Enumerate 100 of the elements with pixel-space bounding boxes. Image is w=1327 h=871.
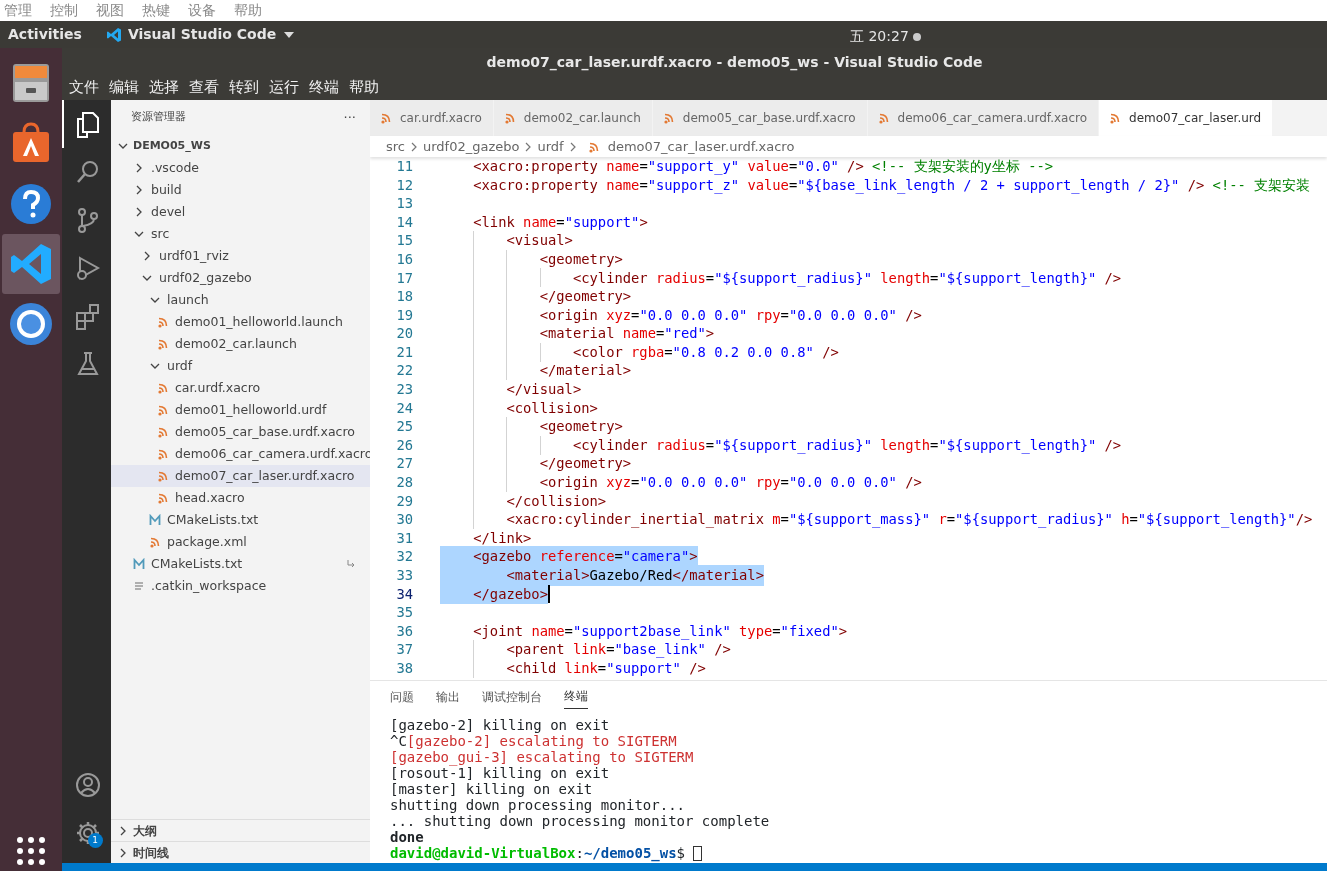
menu-item[interactable]: 终端 [306, 77, 342, 99]
line-number: 35 [395, 603, 414, 623]
menu-item[interactable]: 热键 [142, 0, 170, 21]
breadcrumb-item[interactable]: urdf02_gazebo [423, 136, 520, 157]
menu-item[interactable]: 视图 [96, 0, 124, 21]
file-item[interactable]: CMakeLists.txt [111, 553, 370, 575]
file-item[interactable]: demo06_car_camera.urdf.xacro [111, 443, 370, 465]
file-item[interactable]: demo01_helloworld.urdf [111, 399, 370, 421]
line-number: 22 [395, 361, 414, 381]
line-number: 27 [395, 454, 414, 474]
line-number: 25 [395, 417, 414, 437]
menu-item[interactable]: 编辑 [106, 77, 142, 99]
notification-badge: 1 [87, 833, 103, 848]
rss-icon [877, 112, 890, 124]
line-number: 29 [395, 491, 414, 511]
line-number: 33 [395, 566, 414, 585]
terminal-line: done [390, 829, 424, 845]
breadcrumb-item[interactable]: urdf [537, 136, 564, 157]
folder-item[interactable]: build [111, 179, 370, 201]
panel-tab[interactable]: 终端 [564, 683, 588, 709]
menu-item[interactable]: 文件 [66, 77, 102, 99]
code-line: <visual> [505, 231, 573, 251]
file-item[interactable]: head.xacro [111, 487, 370, 509]
folder-item[interactable]: src [111, 223, 370, 245]
code-line: </link> [472, 528, 532, 548]
code-line: <xacro:property name="support_y" value="0.0" /> <!-- 支架安装的y坐标 --> [472, 157, 1054, 177]
breadcrumb-item[interactable]: src [386, 136, 405, 157]
breadcrumb-item[interactable]: demo07_car_laser.urdf.xacro [607, 136, 795, 157]
editor-tab[interactable]: demo06_car_camera.urdf.xacro [867, 100, 1100, 136]
folder-item[interactable]: urdf [111, 355, 370, 377]
menu-item[interactable]: 转到 [226, 77, 262, 99]
app-grid-icon[interactable] [15, 835, 47, 867]
terminal-line: ... shutting down processing monitor complete [390, 813, 770, 829]
folder-item[interactable]: .vscode [111, 157, 370, 179]
workspace-folder[interactable]: DEMO05_WS [111, 135, 370, 157]
terminal-line: shutting down processing monitor... [390, 797, 685, 813]
app-menu[interactable]: Visual Studio Code [105, 24, 297, 45]
editor-tab[interactable]: demo02_car.launch [493, 100, 653, 136]
file-item[interactable]: .catkin_workspace [111, 575, 370, 597]
panel-tab[interactable]: 调试控制台 [482, 683, 542, 709]
rss-icon [157, 338, 169, 350]
folder-item[interactable]: urdf02_gazebo [111, 267, 370, 289]
folder-item[interactable]: urdf01_rviz [111, 245, 370, 267]
chevron-right-icon [409, 141, 419, 152]
editor-tab[interactable]: demo05_car_base.urdf.xacro [652, 100, 868, 136]
menu-item[interactable]: 运行 [266, 77, 302, 99]
file-item[interactable]: demo05_car_base.urdf.xacro [111, 421, 370, 443]
editor-tab[interactable]: car.urdf.xacro [370, 100, 494, 136]
m-letter-icon [149, 514, 161, 526]
file-item[interactable]: demo01_helloworld.launch [111, 311, 370, 333]
folder-item[interactable]: devel [111, 201, 370, 223]
file-item[interactable]: demo02_car.launch [111, 333, 370, 355]
rss-icon [380, 112, 392, 124]
m-letter-icon [133, 558, 145, 570]
line-number: 19 [395, 305, 414, 325]
code-line: <xacro:cylinder_inertial_matrix m="${support_mass}" r="${support_radius}" h="${support_length}"/> [505, 510, 1313, 530]
code-line: <geometry> [538, 417, 623, 437]
code-line: <cylinder radius="${support_radius}" length="${support_length}" /> [571, 435, 1122, 456]
gear-icon[interactable] [74, 820, 101, 846]
code-line: </collision> [505, 491, 607, 511]
menu-item[interactable]: 查看 [186, 77, 222, 99]
code-line: </visual> [505, 380, 582, 400]
editor-tab[interactable]: demo07_car_laser.urd [1099, 100, 1274, 136]
menu-item[interactable]: 管理 [4, 0, 32, 21]
menu-item[interactable]: 帮助 [234, 0, 262, 21]
section-header[interactable]: 大纲 [111, 819, 370, 841]
code-line: <origin xyz="0.0 0.0 0.0" rpy="0.0 0.0 0.0" /> [538, 473, 922, 493]
line-number: 37 [395, 640, 414, 660]
line-number: 26 [395, 435, 414, 455]
activities-button[interactable]: Activities [8, 24, 82, 45]
line-number: 13 [395, 194, 414, 214]
code-line: <xacro:property name="support_z" value="${base_link_length / 2 + support_length / 2}" /> <!-- 支架安装 [472, 175, 1311, 196]
panel-tab[interactable]: 问题 [390, 683, 414, 709]
folder-item[interactable]: launch [111, 289, 370, 311]
file-item[interactable]: CMakeLists.txt [111, 509, 370, 531]
extensions-icon[interactable] [73, 302, 102, 330]
line-number: 36 [395, 621, 414, 641]
more-actions-button[interactable]: ··· [343, 107, 356, 128]
status-dot-icon [911, 31, 922, 42]
code-line: <material name="red"> [538, 324, 715, 344]
line-number: 28 [395, 473, 414, 493]
browser-icon[interactable] [7, 300, 55, 348]
menu-item[interactable]: 选择 [146, 77, 182, 99]
panel-tab[interactable]: 输出 [436, 683, 460, 709]
terminal-line: [master] killing on exit [390, 781, 593, 797]
line-number: 24 [395, 398, 414, 418]
terminal-line: [rosout-1] killing on exit [390, 765, 610, 781]
file-item[interactable]: demo07_car_laser.urdf.xacro [111, 465, 370, 487]
menu-item[interactable]: 控制 [50, 0, 78, 21]
menu-item[interactable]: 设备 [188, 0, 216, 21]
terminal-line: david@david-VirtualBox:~/demo05_ws$ [390, 845, 686, 861]
clock[interactable]: 五 20:27 [850, 26, 922, 47]
file-item[interactable]: package.xml [111, 531, 370, 553]
rss-icon [149, 536, 161, 548]
rss-icon [157, 404, 169, 416]
menu-item[interactable]: 帮助 [346, 77, 382, 99]
account-icon[interactable] [73, 771, 102, 799]
code-line: <child link="support" /> [505, 659, 706, 678]
rss-icon [157, 382, 169, 394]
file-item[interactable]: car.urdf.xacro [111, 377, 370, 399]
